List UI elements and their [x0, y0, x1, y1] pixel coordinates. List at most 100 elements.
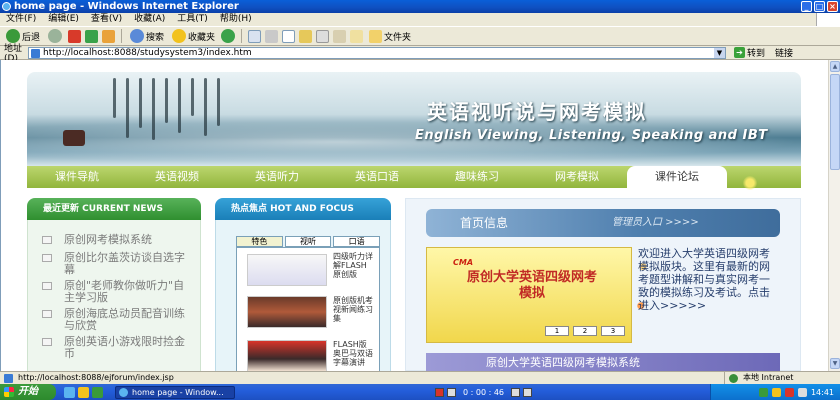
window-titlebar[interactable]: home page - Windows Internet Explorer _ …: [0, 0, 840, 13]
welcome-text[interactable]: 欢迎进入大学英语四级网考模拟版块。这里有最新的网考题型讲解和与真实网考一致的模拟…: [638, 247, 778, 312]
menu-help[interactable]: 帮助(H): [220, 13, 252, 26]
security-icon[interactable]: [771, 387, 781, 397]
menu-edit[interactable]: 编辑(E): [48, 13, 79, 26]
nav-courseware[interactable]: 课件导航: [27, 166, 127, 188]
menu-view[interactable]: 查看(V): [91, 13, 122, 26]
close-button[interactable]: ×: [827, 1, 838, 12]
page-icon[interactable]: [350, 29, 364, 43]
nav-video[interactable]: 英语视频: [127, 166, 227, 188]
stop-icon[interactable]: [511, 387, 521, 397]
menu-favorites[interactable]: 收藏(A): [134, 13, 165, 26]
cma-logo: CMA: [453, 258, 474, 267]
scroll-down-icon[interactable]: ▼: [830, 358, 840, 369]
links-button[interactable]: 链接: [775, 46, 793, 59]
page-button[interactable]: 2: [573, 326, 597, 336]
exam-promo-card[interactable]: CMA 原创大学英语四级网考模拟 1 2 3: [426, 247, 632, 343]
go-label: 转到: [747, 49, 766, 59]
network-icon[interactable]: [758, 387, 768, 397]
news-item-label: 原创比尔盖茨访谈自选字幕: [64, 251, 185, 276]
news-item-label: 原创海底总动员配音训练与欣赏: [64, 307, 185, 332]
focus-caption[interactable]: 四级听力详解FLASH原创版: [333, 252, 373, 279]
ie-icon[interactable]: [64, 386, 75, 398]
print-icon[interactable]: [265, 29, 279, 43]
folder-icon[interactable]: [78, 386, 89, 398]
windows-flag-icon: [816, 13, 840, 26]
focus-list: 四级听力详解FLASH原创版 原创版机考视新闻练习集 FLASH版奥巴马双语字幕…: [236, 247, 380, 371]
document-icon: [42, 236, 52, 244]
paste-icon[interactable]: [333, 29, 347, 43]
document-icon: [42, 254, 52, 262]
mail-icon[interactable]: [248, 29, 262, 43]
zone-label: 本地 Intranet: [743, 373, 794, 382]
nav-listening[interactable]: 英语听力: [227, 166, 327, 188]
nav-exam[interactable]: 网考模拟: [527, 166, 627, 188]
maximize-button[interactable]: □: [814, 1, 825, 12]
volume-icon[interactable]: [797, 387, 807, 397]
intranet-icon: [729, 374, 738, 383]
thumbnail-image[interactable]: [247, 340, 327, 371]
banner-subtitle: English Viewing, Listening, Speaking and…: [415, 128, 768, 143]
stop-icon[interactable]: [68, 29, 82, 43]
news-item[interactable]: 原创海底总动员配音训练与欣赏: [42, 308, 192, 332]
edit-icon[interactable]: [282, 29, 296, 43]
search-button[interactable]: 搜索: [128, 28, 166, 44]
media-icon[interactable]: [221, 29, 236, 43]
record-icon[interactable]: [435, 387, 444, 397]
forward-arrow-icon: [48, 29, 63, 43]
folders-label: 文件夹: [384, 32, 412, 43]
copy-icon[interactable]: [316, 29, 330, 43]
nav-forum[interactable]: 课件论坛: [627, 166, 727, 188]
go-arrow-icon: ➔: [734, 47, 745, 58]
cut-icon[interactable]: [299, 29, 313, 43]
vertical-scrollbar[interactable]: ▲ ▼: [828, 60, 840, 371]
forward-button[interactable]: [46, 28, 64, 44]
refresh-icon[interactable]: [85, 29, 99, 43]
go-button[interactable]: ➔ 转到: [734, 46, 765, 59]
tab-speaking[interactable]: 口语: [333, 236, 381, 247]
tab-featured[interactable]: 特色: [236, 236, 283, 247]
tab-audiovisual[interactable]: 视听: [284, 236, 332, 247]
document-icon: [42, 282, 52, 290]
document-icon: [42, 338, 52, 346]
nav-speaking[interactable]: 英语口语: [327, 166, 427, 188]
toolbar-separator: [241, 29, 243, 43]
scroll-thumb[interactable]: [830, 74, 840, 170]
settings-icon[interactable]: [523, 387, 533, 397]
admin-link[interactable]: 管理员入口 >>>>: [612, 209, 699, 237]
exam-system-banner[interactable]: 原创大学英语四级网考模拟系统: [426, 353, 780, 371]
search-icon: [130, 29, 145, 43]
focus-caption[interactable]: 原创版机考视新闻练习集: [333, 296, 373, 323]
antivirus-icon[interactable]: [784, 387, 794, 397]
favorites-label: 收藏夹: [188, 32, 216, 43]
home-icon[interactable]: [102, 29, 116, 43]
focus-caption[interactable]: FLASH版奥巴马双语字幕演讲: [333, 340, 373, 367]
address-url: http://localhost:8088/studysystem3/index…: [43, 47, 252, 58]
taskbar-ie-window[interactable]: home page - Window...: [115, 385, 235, 399]
address-input[interactable]: http://localhost:8088/studysystem3/index…: [28, 46, 726, 59]
folders-button[interactable]: 文件夹: [367, 28, 413, 44]
chevron-down-icon[interactable]: ▼: [714, 47, 725, 58]
nav-exercises[interactable]: 趣味练习: [427, 166, 527, 188]
thumbnail-image[interactable]: [247, 296, 327, 328]
media-player-icon[interactable]: [92, 386, 103, 398]
news-item[interactable]: 原创比尔盖茨访谈自选字幕: [42, 252, 192, 276]
pause-icon[interactable]: [447, 387, 456, 397]
scroll-up-icon[interactable]: ▲: [830, 61, 840, 72]
clock[interactable]: 14:41: [811, 388, 834, 397]
focus-panel: 特色 视听 口语 四级听力详解FLASH原创版 原创版机考视新闻练习集 FLAS…: [215, 220, 391, 371]
page-button[interactable]: 1: [545, 326, 569, 336]
news-item[interactable]: 原创英语小游戏限时捡金币: [42, 336, 192, 360]
news-item[interactable]: 原创网考模拟系统: [42, 234, 192, 246]
promo-pager: 1 2 3: [545, 326, 625, 336]
thumbnail-image[interactable]: [247, 254, 327, 286]
menu-tools[interactable]: 工具(T): [177, 13, 208, 26]
calligraphy-art: [113, 78, 273, 142]
news-item[interactable]: 原创"老师教你做听力"自主学习版: [42, 280, 192, 304]
minimize-button[interactable]: _: [801, 1, 812, 12]
favorites-button[interactable]: 收藏夹: [170, 28, 217, 44]
start-button[interactable]: 开始: [0, 384, 56, 400]
document-icon: [42, 310, 52, 318]
menu-file[interactable]: 文件(F): [6, 13, 36, 26]
page-icon: [4, 374, 13, 383]
page-button[interactable]: 3: [601, 326, 625, 336]
